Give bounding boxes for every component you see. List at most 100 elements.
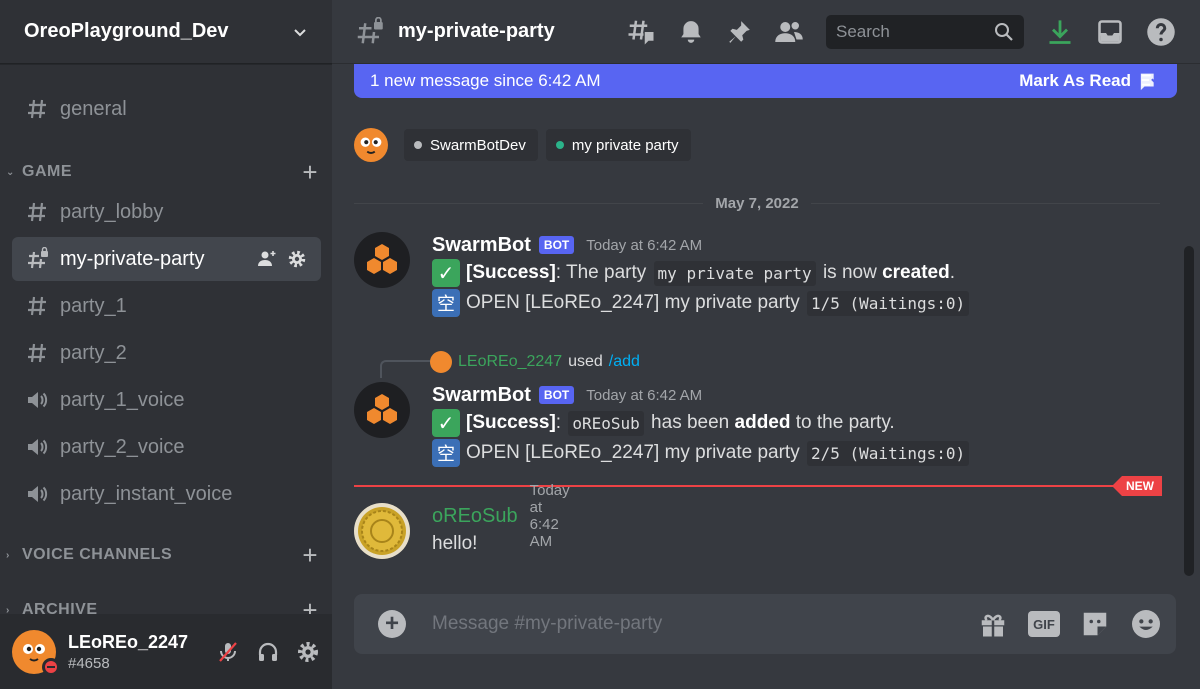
- oreo-face-icon: [360, 137, 382, 154]
- check-mark-icon: ✓: [432, 409, 460, 437]
- message-header: SwarmBot BOT Today at 6:42 AM: [432, 232, 971, 258]
- message-line: ✓ [Success] : oREoSub has been added to …: [432, 408, 971, 438]
- bold-text: created: [882, 262, 950, 283]
- channel-party-2[interactable]: party_2: [12, 331, 321, 375]
- author-name[interactable]: SwarmBot: [432, 234, 531, 257]
- date-divider: May 7, 2022: [354, 193, 1160, 213]
- category-label: VOICE CHANNELS: [22, 546, 173, 563]
- bot-avatar[interactable]: [354, 382, 410, 438]
- add-channel-icon[interactable]: +: [302, 159, 318, 185]
- channel-actions: [257, 249, 321, 269]
- message-header: SwarmBot BOT Today at 6:42 AM: [432, 382, 971, 408]
- voice-channel-party-1-voice[interactable]: party_1_voice: [12, 378, 321, 422]
- mark-read-icon: [1140, 73, 1161, 91]
- text-segment: OPEN [LEoREo_2247] my private party: [466, 442, 805, 463]
- threads-icon[interactable]: [626, 17, 656, 47]
- author-name[interactable]: SwarmBot: [432, 384, 531, 407]
- inbox-icon[interactable]: [1096, 18, 1124, 46]
- message-body: SwarmBot BOT Today at 6:42 AM ✓ [Success…: [432, 232, 971, 318]
- add-attachment-button[interactable]: +: [378, 610, 406, 638]
- composer-tools: GIF: [978, 608, 1162, 640]
- channel-party-1[interactable]: party_1: [12, 284, 321, 328]
- success-label: [Success]: [466, 262, 556, 283]
- message-body: oREoSub Today at 6:42 AM hello!: [432, 482, 570, 559]
- chevron-down-icon[interactable]: [292, 24, 308, 40]
- vacancy-icon: 空: [432, 289, 460, 317]
- text-segment: :: [555, 412, 567, 433]
- new-messages-bar[interactable]: 1 new message since 6:42 AM Mark As Read: [354, 64, 1177, 98]
- category-game[interactable]: ⌄ GAME +: [6, 159, 318, 185]
- category-archive[interactable]: › ARCHIVE +: [6, 597, 318, 614]
- download-icon[interactable]: [1046, 18, 1074, 46]
- text-segment: OPEN [LEoREo_2247] my private party: [466, 292, 805, 313]
- mute-microphone-icon[interactable]: [216, 640, 240, 664]
- hashtag-icon: [24, 96, 50, 122]
- channel-my-private-party[interactable]: my-private-party: [12, 237, 321, 281]
- avatar: [430, 351, 452, 373]
- server-name: OreoPlayground_Dev: [24, 20, 229, 42]
- gift-icon[interactable]: [978, 609, 1008, 639]
- message-input[interactable]: Message #my-private-party: [432, 613, 662, 635]
- channel-label: party_2_voice: [60, 435, 185, 458]
- channel-header: my-private-party Search: [332, 0, 1200, 64]
- divider-line: [354, 202, 704, 204]
- category-label: GAME: [22, 163, 72, 180]
- search-icon: [995, 22, 1013, 41]
- channel-party-lobby[interactable]: party_lobby: [12, 190, 321, 234]
- slash-command[interactable]: /add: [609, 353, 640, 371]
- user-info[interactable]: LEoREo_2247 #4658: [68, 632, 188, 672]
- headphones-icon[interactable]: [256, 640, 280, 664]
- user-discriminator: #4658: [68, 654, 110, 672]
- gear-icon[interactable]: [287, 249, 307, 269]
- author-name[interactable]: oREoSub: [432, 505, 518, 528]
- member-list-icon[interactable]: [774, 17, 804, 47]
- search-placeholder: Search: [836, 21, 890, 41]
- voice-channel-party-2-voice[interactable]: party_2_voice: [12, 425, 321, 469]
- add-member-icon[interactable]: [257, 249, 277, 269]
- timestamp: Today at 6:42 AM: [586, 386, 703, 404]
- help-icon[interactable]: [1146, 17, 1176, 47]
- bot-avatar[interactable]: [354, 232, 410, 288]
- reply-author[interactable]: LEoREo_2247: [458, 353, 562, 371]
- server-header[interactable]: OreoPlayground_Dev: [0, 0, 332, 64]
- avatar[interactable]: [354, 128, 388, 162]
- pin-icon[interactable]: [726, 19, 752, 45]
- reply-reference[interactable]: LEoREo_2247 used /add: [354, 350, 640, 378]
- inline-code: my private party: [653, 260, 816, 286]
- message-line: 空 OPEN [LEoREo_2247] my private party 2/…: [432, 438, 971, 468]
- emoji-icon[interactable]: [1130, 608, 1162, 640]
- honeycomb-icon: [367, 244, 397, 274]
- bold-text: added: [734, 412, 791, 433]
- sticker-icon[interactable]: [1080, 609, 1110, 639]
- user-avatar-wrap[interactable]: [12, 629, 60, 676]
- mark-as-read-button[interactable]: Mark As Read: [1019, 70, 1161, 92]
- search-input[interactable]: Search: [826, 14, 1024, 49]
- scrollbar[interactable]: [1184, 246, 1194, 576]
- text-segment: is now: [817, 262, 883, 283]
- vacancy-icon: 空: [432, 439, 460, 467]
- chip-my-private-party[interactable]: my private party: [545, 129, 691, 161]
- channel-label: party_1_voice: [60, 388, 185, 411]
- avatar[interactable]: [354, 503, 410, 559]
- category-voice-channels[interactable]: › VOICE CHANNELS +: [6, 542, 318, 568]
- chat-area: my-private-party Search 1 new message si…: [332, 0, 1200, 689]
- message-header: oREoSub Today at 6:42 AM: [432, 482, 570, 550]
- new-messages-divider: [354, 485, 1160, 487]
- inline-code: oREoSub: [568, 410, 644, 436]
- voice-channel-party-instant-voice[interactable]: party_instant_voice: [12, 472, 321, 516]
- notification-bell-icon[interactable]: [678, 19, 704, 45]
- text-segment: .: [949, 262, 955, 283]
- bot-badge: BOT: [538, 236, 575, 254]
- chip-swarmbotdev[interactable]: SwarmBotDev: [404, 129, 538, 161]
- hashtag-icon: [24, 340, 50, 366]
- channel-label: party_2: [60, 341, 127, 364]
- message-body: SwarmBot BOT Today at 6:42 AM ✓ [Success…: [432, 382, 971, 468]
- message-composer[interactable]: + Message #my-private-party GIF: [354, 594, 1176, 654]
- add-channel-icon[interactable]: +: [302, 597, 318, 614]
- speaker-icon: [24, 434, 50, 460]
- add-channel-icon[interactable]: +: [302, 542, 318, 568]
- channel-general[interactable]: general: [12, 87, 321, 131]
- gif-button[interactable]: GIF: [1028, 611, 1060, 637]
- text-segment: : The party: [555, 262, 652, 283]
- gear-icon[interactable]: [296, 640, 320, 664]
